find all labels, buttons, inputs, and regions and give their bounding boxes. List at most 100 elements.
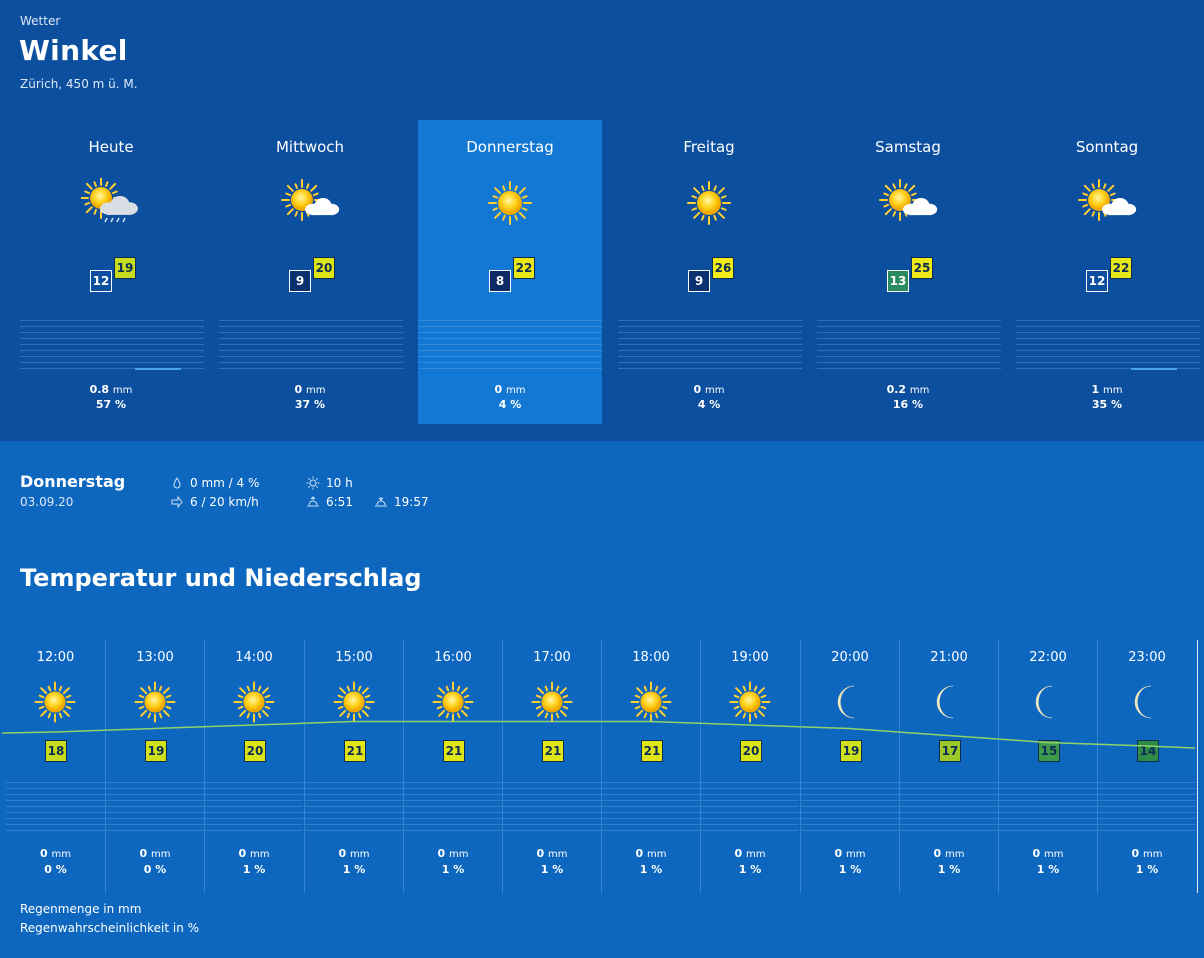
hour-rain-amount-unit: mm xyxy=(350,849,370,860)
rain-amount-unit: mm xyxy=(1103,385,1123,396)
hour-rain-probability: 1 % xyxy=(441,863,465,876)
hour-time: 13:00 xyxy=(136,650,174,665)
hour-time: 23:00 xyxy=(1128,650,1166,665)
rain-amount-value: 1 xyxy=(1091,383,1100,396)
sun-cloud-rain-icon xyxy=(80,177,141,228)
hour-rain-probability: 1 % xyxy=(1135,863,1159,876)
day-card-sonntag[interactable]: Sonntag 22 12 1 mm 35 % xyxy=(1015,120,1200,424)
detail-date: 03.09.20 xyxy=(20,495,74,509)
hour-column: 15:00 21 0 mm 1 % xyxy=(304,640,403,893)
hour-column: 21:00 17 0 mm 1 % xyxy=(899,640,998,893)
rain-chart xyxy=(817,320,1001,370)
detail-sunrise-value: 6:51 xyxy=(326,495,353,509)
moon-icon xyxy=(927,680,971,724)
sun-icon xyxy=(232,680,276,724)
hour-temp-badge: 20 xyxy=(740,740,762,762)
hour-rain-amount-unit: mm xyxy=(1044,849,1064,860)
day-name: Mittwoch xyxy=(275,138,345,156)
rain-amount-unit: mm xyxy=(909,385,930,396)
hour-rain-amount-unit: mm xyxy=(151,849,171,860)
hour-rain-probability: 1 % xyxy=(242,863,266,876)
sun-icon xyxy=(480,178,540,228)
day-name: Samstag xyxy=(875,138,941,156)
hour-rain-chart xyxy=(900,782,998,832)
min-temp-badge: 9 xyxy=(688,270,710,292)
hour-rain-amount-unit: mm xyxy=(250,849,270,860)
hour-column: 14:00 20 0 mm 1 % xyxy=(204,640,303,893)
hour-rain-probability: 1 % xyxy=(342,863,366,876)
sun-icon xyxy=(728,680,772,724)
section-kicker: Wetter xyxy=(20,14,61,28)
hour-column: 20:00 19 0 mm 1 % xyxy=(800,640,899,893)
hour-time: 19:00 xyxy=(731,650,769,665)
sunrise-icon xyxy=(307,496,319,507)
rain-probability: 16 % xyxy=(892,398,924,411)
hour-time: 14:00 xyxy=(235,650,273,665)
hour-rain-amount: 0 mm xyxy=(900,847,998,860)
rain-chart xyxy=(1016,320,1200,370)
hour-rain-chart xyxy=(999,782,1097,832)
day-card-freitag[interactable]: Freitag 26 9 0 mm 4 % xyxy=(617,120,802,424)
sun-icon xyxy=(33,680,77,724)
hour-column: 17:00 21 0 mm 1 % xyxy=(502,640,601,893)
hour-column: 18:00 21 0 mm 1 % xyxy=(601,640,700,893)
hour-temp-badge: 21 xyxy=(443,740,465,762)
sun-icon xyxy=(530,680,574,724)
moon-icon xyxy=(1026,680,1070,724)
hour-rain-amount-unit: mm xyxy=(647,849,667,860)
rain-amount-value: 0.8 xyxy=(89,383,110,396)
hour-rain-amount-value: 0 xyxy=(238,847,247,860)
day-card-heute[interactable]: Heute 19 12 0.8 mm 57 % xyxy=(19,120,204,424)
rain-amount-value: 0 xyxy=(693,383,702,396)
hour-rain-amount-unit: mm xyxy=(548,849,568,860)
hourly-end-divider xyxy=(1197,640,1198,893)
rain-amount-unit: mm xyxy=(506,385,526,396)
hour-temp-badge: 21 xyxy=(641,740,663,762)
hour-rain-chart xyxy=(305,782,403,832)
hour-rain-chart xyxy=(801,782,899,832)
day-card-samstag[interactable]: Samstag 25 13 0.2 mm 16 % xyxy=(816,120,1001,424)
rain-probability: 4 % xyxy=(498,398,522,411)
wind-arrow-icon xyxy=(171,495,183,509)
detail-rain-value: 0 mm / 4 % xyxy=(190,476,260,490)
hour-temp-badge: 14 xyxy=(1137,740,1159,762)
forecast-panel: Wetter Winkel Zürich, 450 m ü. M. Heute … xyxy=(0,0,1204,441)
rain-amount: 0 mm xyxy=(617,383,801,396)
day-card-donnerstag[interactable]: Donnerstag 22 8 0 mm 4 % xyxy=(418,120,602,424)
detail-sunset: 19:57 xyxy=(374,495,429,509)
hour-rain-amount-value: 0 xyxy=(40,847,48,860)
hour-time: 16:00 xyxy=(434,650,472,665)
rain-chart xyxy=(20,320,204,370)
hour-rain-chart xyxy=(404,782,502,832)
min-temp-badge: 13 xyxy=(887,270,909,292)
max-temp-badge: 25 xyxy=(911,257,933,279)
hour-time: 22:00 xyxy=(1029,650,1067,665)
location-title: Winkel xyxy=(19,34,128,67)
hour-rain-amount-value: 0 xyxy=(933,847,942,860)
hour-rain-probability: 1 % xyxy=(738,863,762,876)
day-card-mittwoch[interactable]: Mittwoch 20 9 0 mm 37 % xyxy=(218,120,403,424)
hour-rain-amount: 0 mm xyxy=(6,847,105,860)
day-name: Sonntag xyxy=(1075,138,1139,156)
rain-amount-value: 0 xyxy=(294,383,303,396)
hour-rain-amount: 0 mm xyxy=(305,847,403,860)
sunset-icon xyxy=(375,497,387,507)
hour-rain-amount-value: 0 xyxy=(437,847,446,860)
sun-icon xyxy=(679,178,739,228)
hour-rain-amount-unit: mm xyxy=(1143,849,1163,860)
hourly-forecast: 12:00 18 0 mm 0 % 13:00 19 0 mm 0 % 14:0… xyxy=(6,640,1196,893)
max-temp-badge: 22 xyxy=(1110,257,1132,279)
hour-rain-chart xyxy=(503,782,601,832)
hour-rain-amount-value: 0 xyxy=(1032,847,1041,860)
moon-icon xyxy=(828,680,872,724)
hour-column: 22:00 15 0 mm 1 % xyxy=(998,640,1097,893)
hour-rain-amount-value: 0 xyxy=(1131,847,1140,860)
max-temp-badge: 20 xyxy=(313,257,335,279)
hour-rain-amount-unit: mm xyxy=(746,849,766,860)
hour-temp-badge: 18 xyxy=(45,740,67,762)
sun-icon xyxy=(133,680,177,724)
detail-rain: 0 mm / 4 % xyxy=(170,476,259,490)
hour-rain-chart xyxy=(106,782,204,832)
hour-column: 16:00 21 0 mm 1 % xyxy=(403,640,502,893)
rain-amount-unit: mm xyxy=(112,385,133,396)
